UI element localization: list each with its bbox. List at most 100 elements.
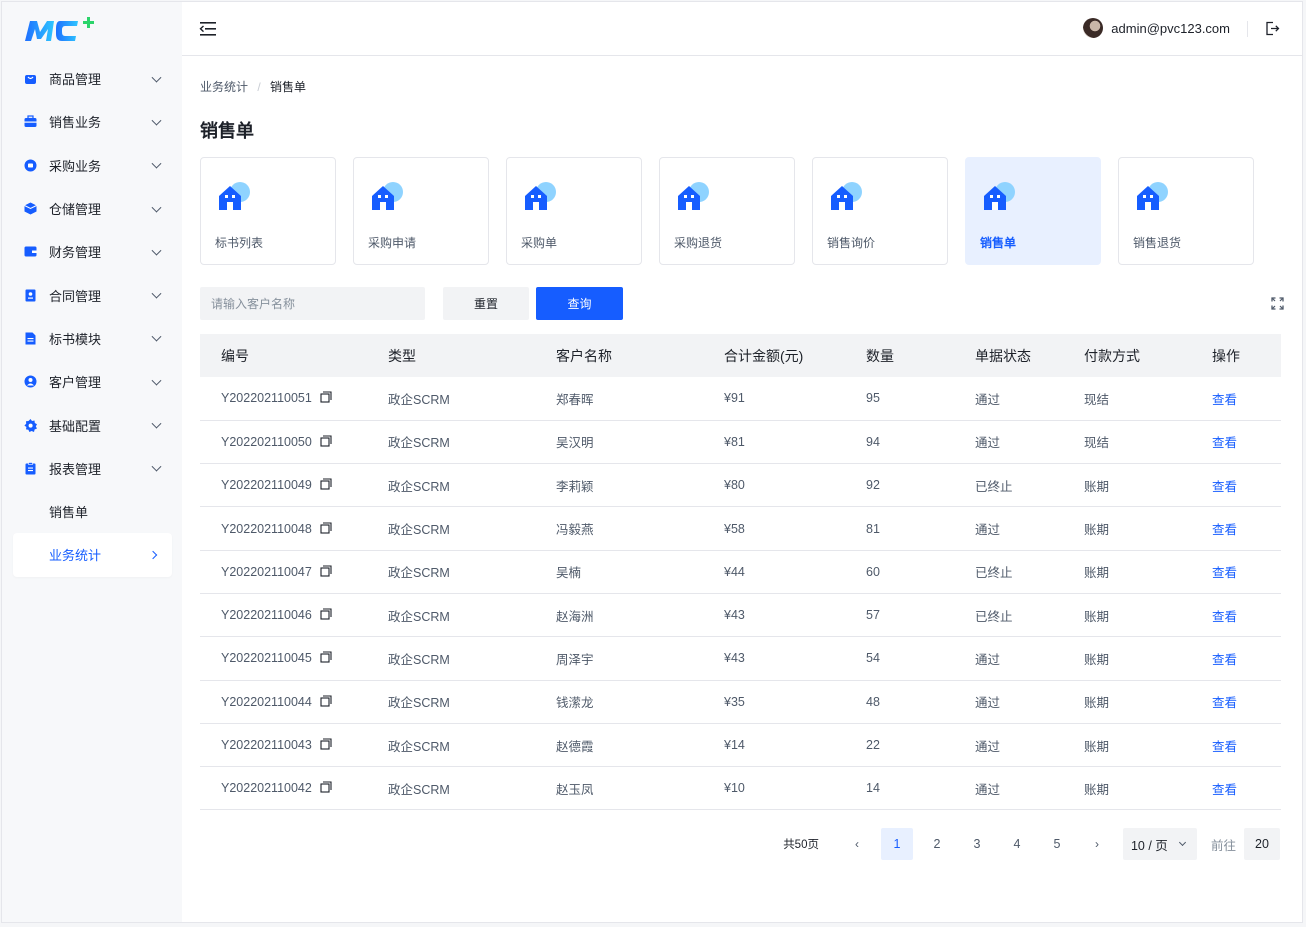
sidebar-item-contracts[interactable]: 合同管理 <box>2 273 182 316</box>
sidebar-item-purchase[interactable]: 采购业务 <box>2 144 182 187</box>
view-link[interactable]: 查看 <box>1212 696 1237 710</box>
copy-icon[interactable] <box>320 391 332 403</box>
quick-entry-cards: 标书列表 采购申请 采购单 采购退货 销售询价 销售单 销售退货 <box>200 157 1271 265</box>
copy-icon[interactable] <box>320 608 332 620</box>
page-button-1[interactable]: 1 <box>880 828 913 860</box>
table-row: Y202202110051 政企SCRM 郑春晖 ¥91 95 通过 现结 查看 <box>200 377 1281 421</box>
quick-card-2[interactable]: 采购单 <box>506 157 642 265</box>
customer-search-input[interactable] <box>200 287 425 320</box>
sidebar-subitem-sales-order[interactable]: 销售单 <box>2 490 182 533</box>
sidebar-item-reports[interactable]: 报表管理 <box>2 447 182 490</box>
document-icon <box>24 332 37 345</box>
user-menu[interactable]: admin@pvc123.com <box>1083 18 1230 38</box>
cell-customer: 赵海洲 <box>556 593 724 638</box>
sidebar-subitem-label: 销售单 <box>49 505 89 521</box>
sidebar-item-products[interactable]: 商品管理 <box>2 57 182 100</box>
pagination: 共50页 ‹ 12345 › 10 / 页 前往 20 <box>783 828 1280 860</box>
menu-collapse-icon[interactable] <box>199 21 217 37</box>
quick-card-3[interactable]: 采购退货 <box>659 157 795 265</box>
sidebar-item-bidding[interactable]: 标书模块 <box>2 317 182 360</box>
sidebar-item-finance[interactable]: 财务管理 <box>2 230 182 273</box>
cell-payment: 账期 <box>1084 680 1212 724</box>
view-link[interactable]: 查看 <box>1212 653 1237 667</box>
goto-page-input[interactable]: 20 <box>1244 828 1280 860</box>
cell-payment: 现结 <box>1084 377 1212 421</box>
page-button-3[interactable]: 3 <box>961 828 993 860</box>
cell-payment: 账期 <box>1084 723 1212 768</box>
page-button-4[interactable]: 4 <box>1001 828 1033 860</box>
chevron-down-icon <box>151 115 162 126</box>
copy-icon[interactable] <box>320 781 332 793</box>
view-link[interactable]: 查看 <box>1212 523 1237 537</box>
user-email: admin@pvc123.com <box>1111 20 1230 36</box>
breadcrumb-parent[interactable]: 业务统计 <box>200 80 248 94</box>
cell-payment: 账期 <box>1084 506 1212 551</box>
view-link[interactable]: 查看 <box>1212 566 1237 580</box>
building-icon <box>216 180 252 212</box>
order-id: Y202202110045 <box>221 651 312 666</box>
cell-customer: 吴汉明 <box>556 420 724 465</box>
app-frame: 商品管理 销售业务 采购业务 仓储管理 财务管理 合同管理 标书模块 客户管理 … <box>1 1 1303 923</box>
cell-amount: ¥10 <box>724 766 866 811</box>
sidebar-item-customers[interactable]: 客户管理 <box>2 360 182 403</box>
page-size-select[interactable]: 10 / 页 <box>1122 828 1197 860</box>
cell-status: 通过 <box>975 680 1084 724</box>
view-link[interactable]: 查看 <box>1212 480 1237 494</box>
main-content: 业务统计 / 销售单 销售单 标书列表 采购申请 采购单 采购退货 销售询价 销售单 销售退… <box>182 57 1302 922</box>
quick-card-6[interactable]: 销售退货 <box>1118 157 1254 265</box>
page-button-2[interactable]: 2 <box>921 828 953 860</box>
chevron-down-icon <box>151 288 162 299</box>
order-id: Y202202110043 <box>221 738 312 753</box>
cell-qty: 22 <box>866 723 975 768</box>
quick-card-4[interactable]: 销售询价 <box>812 157 948 265</box>
sidebar-item-sales[interactable]: 销售业务 <box>2 100 182 143</box>
cell-amount: ¥58 <box>724 506 866 551</box>
quick-card-1[interactable]: 采购申请 <box>353 157 489 265</box>
cart-icon <box>24 159 37 172</box>
chevron-down-icon <box>151 202 162 213</box>
cell-type: 政企SCRM <box>388 550 556 594</box>
view-link[interactable]: 查看 <box>1212 740 1237 754</box>
sidebar-nav: 商品管理 销售业务 采购业务 仓储管理 财务管理 合同管理 标书模块 客户管理 … <box>2 57 182 577</box>
sidebar-subitem-business-stats[interactable]: 业务统计 <box>13 533 172 577</box>
sidebar: 商品管理 销售业务 采购业务 仓储管理 财务管理 合同管理 标书模块 客户管理 … <box>2 2 182 922</box>
quick-card-5[interactable]: 销售单 <box>965 157 1101 265</box>
copy-icon[interactable] <box>320 738 332 750</box>
query-button[interactable]: 查询 <box>536 287 623 320</box>
table-row: Y202202110050 政企SCRM 吴汉明 ¥81 94 通过 现结 查看 <box>200 420 1281 465</box>
cell-qty: 81 <box>866 506 975 551</box>
building-icon <box>981 180 1017 212</box>
view-link[interactable]: 查看 <box>1212 783 1237 797</box>
view-link[interactable]: 查看 <box>1212 393 1237 407</box>
copy-icon[interactable] <box>320 435 332 447</box>
sidebar-item-label: 基础配置 <box>49 418 102 434</box>
copy-icon[interactable] <box>320 565 332 577</box>
table-row: Y202202110049 政企SCRM 李莉颖 ¥80 92 已终止 账期 查看 <box>200 463 1281 508</box>
cell-action: 查看 <box>1212 766 1281 811</box>
brand-logo[interactable] <box>22 15 102 45</box>
cell-id: Y202202110050 <box>200 420 388 465</box>
sidebar-item-config[interactable]: 基础配置 <box>2 403 182 446</box>
breadcrumb: 业务统计 / 销售单 <box>200 78 306 95</box>
next-page-button[interactable]: › <box>1081 828 1113 860</box>
sidebar-item-label: 报表管理 <box>49 461 102 477</box>
copy-icon[interactable] <box>320 695 332 707</box>
sidebar-item-warehouse[interactable]: 仓储管理 <box>2 187 182 230</box>
view-link[interactable]: 查看 <box>1212 610 1237 624</box>
cell-type: 政企SCRM <box>388 506 556 551</box>
copy-icon[interactable] <box>320 478 332 490</box>
logout-icon[interactable] <box>1265 21 1280 36</box>
prev-page-button[interactable]: ‹ <box>841 828 873 860</box>
page-button-5[interactable]: 5 <box>1041 828 1073 860</box>
cell-customer: 吴楠 <box>556 550 724 594</box>
fullscreen-icon[interactable] <box>1271 297 1284 310</box>
breadcrumb-current: 销售单 <box>270 80 307 94</box>
cell-status: 通过 <box>975 766 1084 811</box>
sidebar-item-label: 标书模块 <box>49 331 102 347</box>
building-icon <box>828 180 864 212</box>
copy-icon[interactable] <box>320 521 332 534</box>
copy-icon[interactable] <box>320 651 332 663</box>
reset-button[interactable]: 重置 <box>443 287 529 320</box>
quick-card-0[interactable]: 标书列表 <box>200 157 336 265</box>
view-link[interactable]: 查看 <box>1212 436 1237 450</box>
